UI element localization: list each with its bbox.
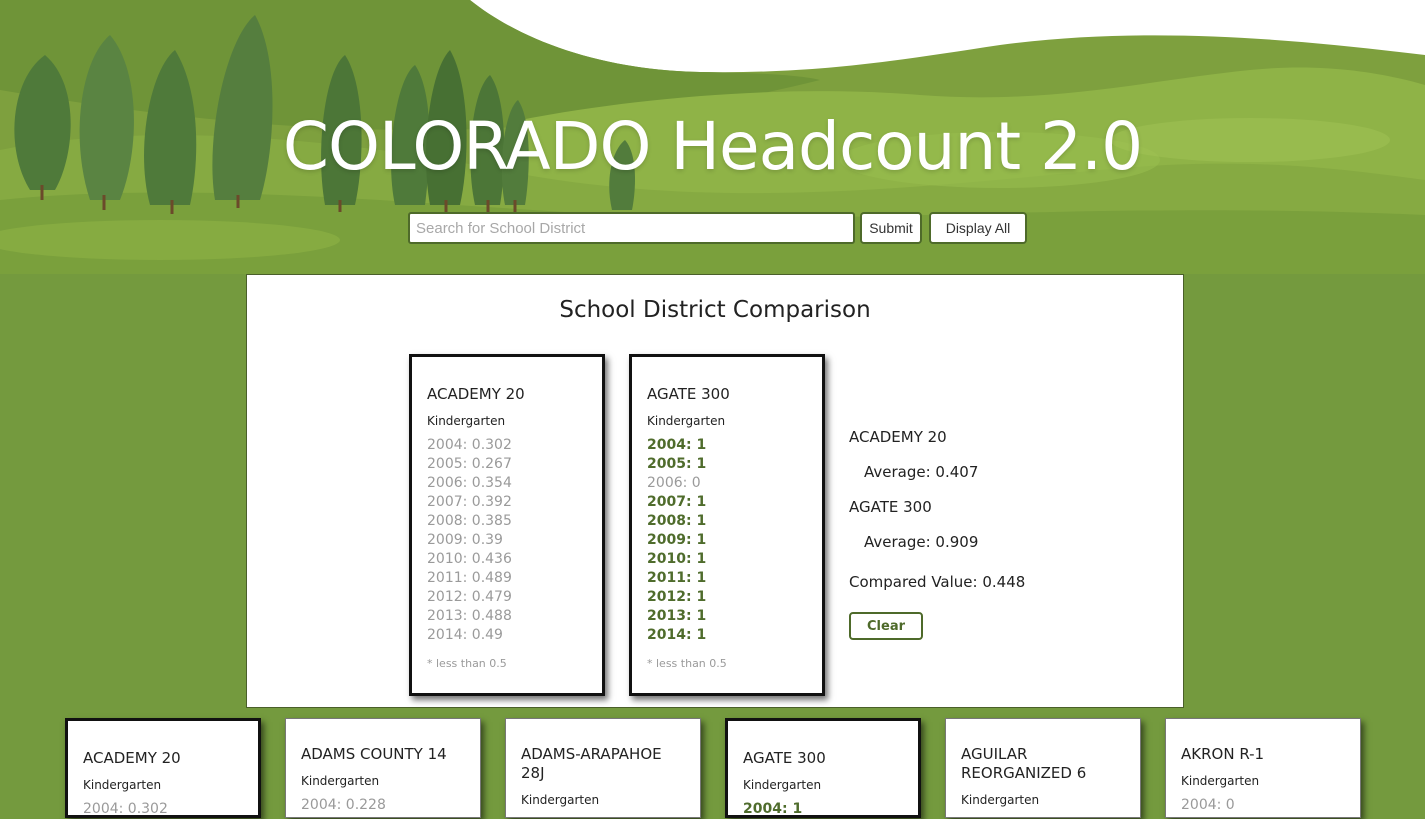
district-card-adams-county-14[interactable]: ADAMS COUNTY 14 Kindergarten 2004: 0.228: [285, 718, 481, 818]
threshold-note: * less than 0.5: [647, 657, 727, 670]
year-value: 2014: 0.49: [427, 627, 503, 643]
grade-label: Kindergarten: [647, 414, 726, 428]
comparison-title: School District Comparison: [559, 297, 871, 323]
search-input[interactable]: [408, 212, 855, 244]
district-name: ACADEMY 20: [83, 749, 181, 767]
year-value: 2008: 1: [647, 513, 707, 529]
year-value: 2004: 1: [743, 801, 803, 817]
grade-label: Kindergarten: [427, 414, 506, 428]
year-value: 2009: 0.39: [427, 532, 503, 548]
district-name: AGATE 300: [743, 749, 826, 767]
year-value: 2013: 1: [647, 608, 707, 624]
grade-label: Kindergarten: [1181, 774, 1260, 788]
year-value: 2012: 0.479: [427, 589, 512, 605]
display-all-button[interactable]: Display All: [929, 212, 1027, 244]
year-value: 2008: 0.385: [427, 513, 512, 529]
summary-average-b: Average: 0.909: [864, 533, 979, 551]
year-value: 2004: 0.228: [301, 797, 386, 813]
year-value: 2004: 0: [1181, 797, 1235, 813]
header-banner: COLORADO Headcount 2.0 Submit Display Al…: [0, 0, 1425, 274]
submit-button[interactable]: Submit: [860, 212, 922, 244]
district-card-adams-arapahoe-28j[interactable]: ADAMS-ARAPAHOE 28J Kindergarten: [505, 718, 701, 818]
district-name: AGUILAR REORGANIZED 6: [961, 745, 1087, 782]
year-data-list: 2004: 1 2005: 1 2006: 0 2007: 1 2008: 1 2009:…: [647, 436, 807, 645]
year-value: 2006: 0: [647, 475, 701, 491]
district-name: ADAMS-ARAPAHOE 28J: [521, 745, 662, 782]
grade-label: Kindergarten: [521, 793, 600, 807]
year-value: 2011: 1: [647, 570, 707, 586]
district-card-academy-20[interactable]: ACADEMY 20 Kindergarten 2004: 0.302: [65, 718, 261, 818]
compared-value: Compared Value: 0.448: [849, 573, 1026, 591]
year-value: 2004: 0.302: [83, 801, 168, 817]
grade-label: Kindergarten: [961, 793, 1040, 807]
district-card-aguilar-reorganized-6[interactable]: AGUILAR REORGANIZED 6 Kindergarten: [945, 718, 1141, 818]
grade-label: Kindergarten: [301, 774, 380, 788]
district-name: ADAMS COUNTY 14: [301, 745, 447, 763]
comparison-card-academy-20[interactable]: ACADEMY 20 Kindergarten 2004: 0.302 2005:…: [409, 354, 605, 696]
grade-label: Kindergarten: [743, 778, 822, 792]
year-value: 2005: 0.267: [427, 456, 512, 472]
year-value: 2010: 1: [647, 551, 707, 567]
comparison-card-agate-300[interactable]: AGATE 300 Kindergarten 2004: 1 2005: 1 200…: [629, 354, 825, 696]
year-value: 2006: 0.354: [427, 475, 512, 491]
summary-district-a: ACADEMY 20: [849, 428, 947, 446]
threshold-note: * less than 0.5: [427, 657, 507, 670]
district-name: AKRON R-1: [1181, 745, 1265, 763]
district-name: ACADEMY 20: [427, 385, 525, 403]
year-value: 2007: 1: [647, 494, 707, 510]
page-title: COLORADO Headcount 2.0: [282, 108, 1143, 185]
year-value: 2007: 0.392: [427, 494, 512, 510]
summary-average-a: Average: 0.407: [864, 463, 979, 481]
clear-button[interactable]: Clear: [849, 612, 923, 640]
district-name: AGATE 300: [647, 385, 730, 403]
year-value: 2005: 1: [647, 456, 707, 472]
year-value: 2004: 0.302: [427, 437, 512, 453]
year-value: 2004: 1: [647, 437, 707, 453]
year-data-list: 2004: 0.302 2005: 0.267 2006: 0.354 2007: 0…: [427, 436, 587, 645]
summary-district-b: AGATE 300: [849, 498, 932, 516]
year-value: 2013: 0.488: [427, 608, 512, 624]
year-value: 2011: 0.489: [427, 570, 512, 586]
year-value: 2012: 1: [647, 589, 707, 605]
district-card-akron-r-1[interactable]: AKRON R-1 Kindergarten 2004: 0: [1165, 718, 1361, 818]
year-value: 2009: 1: [647, 532, 707, 548]
district-card-agate-300[interactable]: AGATE 300 Kindergarten 2004: 1: [725, 718, 921, 818]
grade-label: Kindergarten: [83, 778, 162, 792]
year-value: 2014: 1: [647, 627, 707, 643]
year-value: 2010: 0.436: [427, 551, 512, 567]
